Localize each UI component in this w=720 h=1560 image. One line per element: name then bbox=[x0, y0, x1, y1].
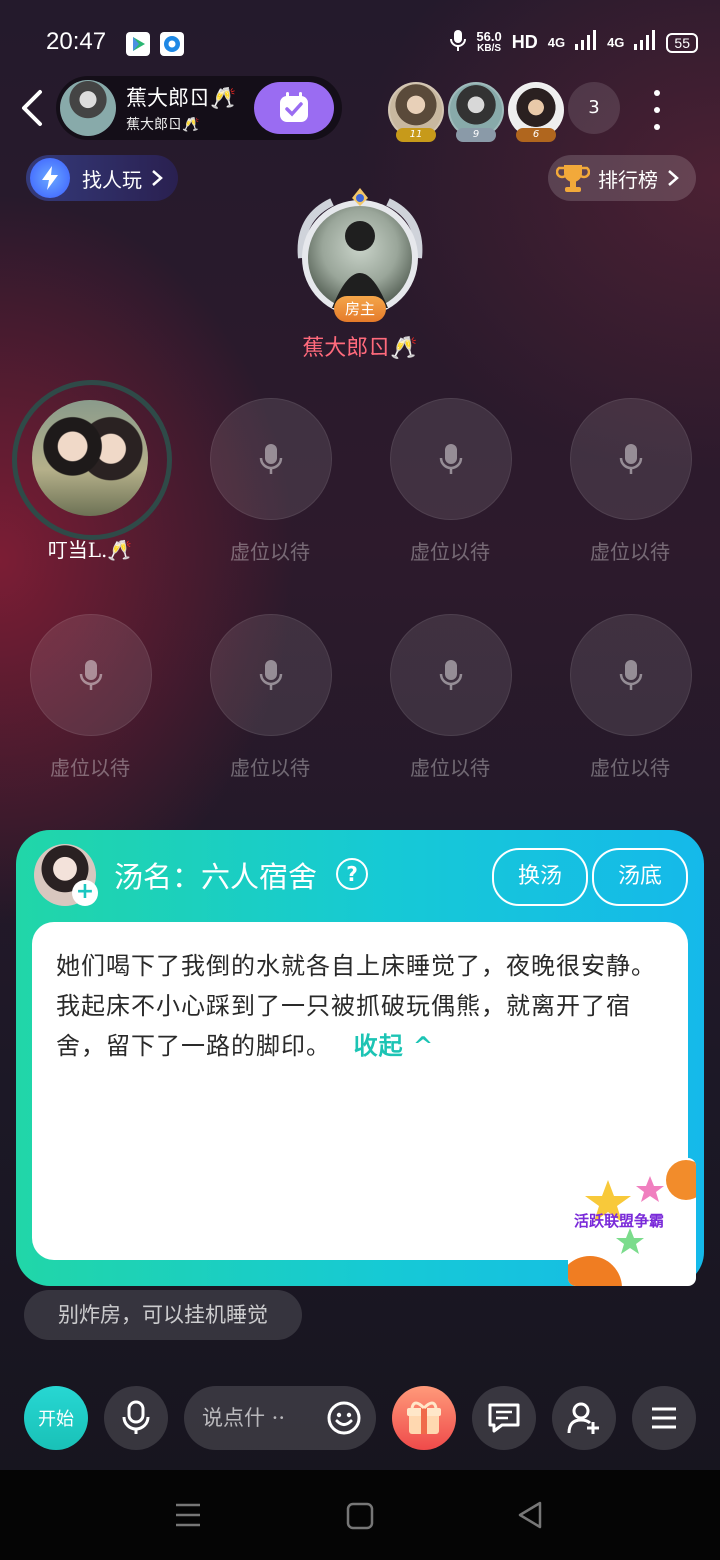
mic-icon bbox=[439, 660, 463, 690]
seat-1-avatar[interactable] bbox=[32, 400, 148, 516]
battery-indicator: 55 bbox=[666, 32, 698, 53]
mic-icon bbox=[619, 660, 643, 690]
seat-4[interactable] bbox=[570, 398, 692, 520]
mic-icon bbox=[439, 444, 463, 474]
status-time: 20:47 bbox=[46, 28, 107, 55]
mic-toggle-button[interactable] bbox=[104, 1386, 168, 1450]
audience-avatar-3[interactable]: 6 bbox=[508, 82, 564, 142]
hd-indicator: HD bbox=[511, 32, 538, 52]
ranking-button[interactable]: 排行榜 bbox=[548, 155, 696, 201]
seat-1-name: 叮当L.🥂 bbox=[47, 538, 133, 562]
lightning-icon bbox=[30, 158, 70, 198]
calendar-check-icon bbox=[280, 92, 308, 122]
host-name: 蕉大郎ㄖ🥂 bbox=[126, 86, 237, 110]
network-type-1: 4G bbox=[547, 35, 566, 50]
mic-icon bbox=[122, 1400, 150, 1434]
level-badge: 11 bbox=[396, 128, 436, 142]
mic-icon bbox=[259, 444, 283, 474]
seat-5[interactable] bbox=[30, 614, 152, 736]
chat-input[interactable]: 说点什 ·· bbox=[184, 1386, 376, 1450]
net-speed: 56.0 KB/S bbox=[476, 28, 502, 55]
soup-story: 她们喝下了我倒的水就各自上床睡觉了，夜晚很安静。我起床不小心踩到了一只被抓破玩偶… bbox=[56, 946, 666, 1066]
seat-3[interactable] bbox=[390, 398, 512, 520]
net-speed-unit: KB/S bbox=[477, 42, 502, 54]
more-options-button[interactable] bbox=[650, 90, 664, 130]
app-browser-icon bbox=[160, 32, 184, 56]
find-play-button[interactable]: 找人玩 bbox=[26, 155, 178, 201]
message-icon bbox=[488, 1403, 520, 1433]
status-bar: 20:47 56.0 KB/S HD 4G 4G 55 bbox=[0, 0, 720, 88]
emoji-icon[interactable] bbox=[326, 1400, 362, 1436]
dot bbox=[654, 124, 660, 130]
add-friend-button[interactable]: + bbox=[72, 880, 98, 906]
menu-button[interactable] bbox=[632, 1386, 696, 1450]
add-user-button[interactable] bbox=[552, 1386, 616, 1450]
chat-placeholder: 说点什 ·· bbox=[202, 1406, 286, 1430]
change-soup-button[interactable]: 换汤 bbox=[492, 848, 588, 906]
app-video-icon bbox=[126, 32, 150, 56]
back-nav-icon[interactable] bbox=[516, 1500, 544, 1530]
trophy-icon bbox=[556, 165, 590, 192]
follow-button[interactable] bbox=[254, 82, 334, 134]
home-icon[interactable] bbox=[346, 1502, 374, 1530]
level-badge: 6 bbox=[516, 128, 556, 142]
host-badge: 房主 bbox=[334, 296, 386, 322]
seat-6[interactable] bbox=[210, 614, 332, 736]
network-type-2: 4G bbox=[607, 35, 625, 50]
start-button[interactable]: 开始 bbox=[24, 1386, 88, 1450]
ranking-label: 排行榜 bbox=[598, 167, 658, 192]
add-user-icon bbox=[567, 1402, 599, 1434]
soup-answer-button[interactable]: 汤底 bbox=[592, 848, 688, 906]
mic-icon bbox=[79, 660, 103, 690]
soup-title: 汤名：六人宿舍 bbox=[114, 860, 318, 894]
gift-icon bbox=[407, 1401, 441, 1434]
seat-2-label: 虚位以待 bbox=[230, 540, 310, 564]
seat-5-label: 虚位以待 bbox=[50, 756, 130, 780]
seat-3-label: 虚位以待 bbox=[410, 540, 490, 564]
message-button[interactable] bbox=[472, 1386, 536, 1450]
level-badge: 9 bbox=[456, 128, 496, 142]
back-button[interactable] bbox=[18, 88, 48, 128]
chevron-left-icon bbox=[22, 90, 42, 126]
audience-avatar-2[interactable]: 9 bbox=[448, 82, 504, 142]
seat-4-label: 虚位以待 bbox=[590, 540, 670, 564]
seat-7[interactable] bbox=[390, 614, 512, 736]
mic-icon bbox=[450, 28, 467, 57]
mic-icon bbox=[619, 444, 643, 474]
promo-banner[interactable]: 活跃联盟争霸 bbox=[568, 1158, 696, 1286]
seat-6-label: 虚位以待 bbox=[230, 756, 310, 780]
chevron-right-icon bbox=[152, 170, 163, 186]
mic-icon bbox=[259, 660, 283, 690]
collapse-button[interactable]: 收起 ^ bbox=[354, 1031, 434, 1060]
gift-button[interactable] bbox=[392, 1386, 456, 1450]
seat-2[interactable] bbox=[210, 398, 332, 520]
room-host-card[interactable]: 蕉大郎ㄖ🥂 蕉大郎ㄖ🥂 bbox=[56, 76, 342, 140]
avatar[interactable] bbox=[60, 80, 116, 136]
system-nav-bar bbox=[0, 1470, 720, 1560]
status-right: 56.0 KB/S HD 4G 4G 55 bbox=[450, 28, 698, 57]
audience-count[interactable]: 3 bbox=[568, 82, 620, 134]
host-seat-name: 蕉大郎ㄖ🥂 bbox=[302, 336, 418, 361]
signal-icon bbox=[575, 30, 597, 55]
host-subtitle: 蕉大郎ㄖ🥂 bbox=[126, 117, 200, 133]
seat-8[interactable] bbox=[570, 614, 692, 736]
audience-avatar-1[interactable]: 11 bbox=[388, 82, 444, 142]
net-speed-value: 56.0 bbox=[476, 28, 502, 44]
recent-apps-icon[interactable] bbox=[174, 1502, 202, 1528]
promo-title: 活跃联盟争霸 bbox=[574, 1212, 665, 1230]
room-notice: 别炸房，可以挂机睡觉 bbox=[24, 1290, 302, 1340]
signal-icon bbox=[634, 30, 656, 55]
chevron-right-icon bbox=[668, 170, 679, 186]
dot bbox=[654, 90, 660, 96]
dot bbox=[654, 107, 660, 113]
help-icon[interactable]: ? bbox=[336, 858, 368, 890]
find-play-label: 找人玩 bbox=[82, 167, 142, 192]
seat-8-label: 虚位以待 bbox=[590, 756, 670, 780]
hamburger-icon bbox=[652, 1407, 676, 1429]
seat-7-label: 虚位以待 bbox=[410, 756, 490, 780]
